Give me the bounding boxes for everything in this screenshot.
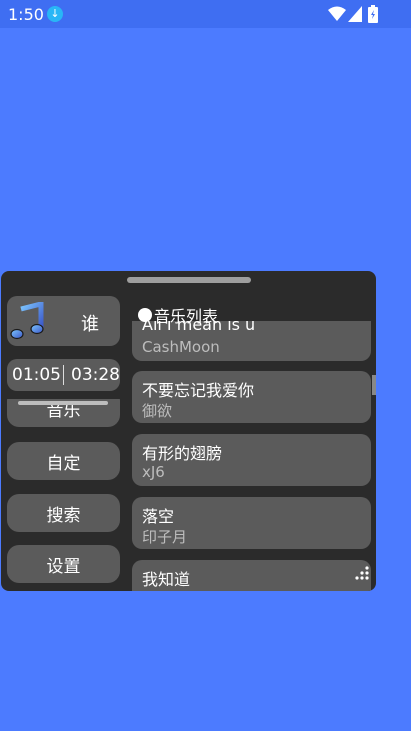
signal-icon xyxy=(348,6,362,22)
now-playing-title: 谁 xyxy=(81,314,99,335)
now-playing-card[interactable]: 谁 xyxy=(7,296,120,346)
download-icon: ↓ xyxy=(47,6,63,22)
song-artist: 御欲 xyxy=(142,402,173,420)
battery-icon xyxy=(368,5,378,23)
menu-search-button[interactable]: 搜索 xyxy=(7,494,120,532)
menu-settings-button[interactable]: 设置 xyxy=(7,545,120,583)
status-time: 1:50 xyxy=(8,5,44,24)
playlist[interactable]: All I mean is u CashMoon 不要忘记我爱你 御欲 有形的翅… xyxy=(129,321,375,591)
music-note-icon xyxy=(10,302,44,340)
time-display: 01:05 03:28 xyxy=(7,359,120,391)
song-artist: CashMoon xyxy=(142,338,220,356)
song-artist: xJ6 xyxy=(142,463,165,481)
song-title: 落空 xyxy=(142,507,175,526)
song-artist: 印子月 xyxy=(142,528,188,546)
playlist-scrollbar[interactable] xyxy=(372,375,376,395)
song-title: 有形的翅膀 xyxy=(142,444,223,463)
drag-handle[interactable] xyxy=(127,277,251,283)
menu-custom-button[interactable]: 自定 xyxy=(7,442,120,480)
wifi-icon xyxy=(328,6,346,21)
playlist-header-label: 音乐列表 xyxy=(154,307,219,326)
status-bar: 1:50 ↓ xyxy=(0,0,411,28)
time-divider xyxy=(63,365,64,385)
song-title: 不要忘记我爱你 xyxy=(142,381,255,400)
playlist-header: 音乐列表 xyxy=(138,303,218,327)
song-title: 我知道 xyxy=(142,570,191,589)
side-scroll-indicator xyxy=(18,401,108,405)
music-panel: 谁 01:05 03:28 音乐 自定 搜索 设置 All I mean is … xyxy=(1,271,376,591)
side-menu[interactable]: 音乐 自定 搜索 设置 xyxy=(7,399,121,591)
total-time: 03:28 xyxy=(71,365,120,385)
playlist-item[interactable]: 我知道 xyxy=(132,560,371,591)
resize-handle-icon[interactable] xyxy=(352,565,370,583)
current-time: 01:05 xyxy=(12,365,61,385)
playlist-item[interactable]: 有形的翅膀 xJ6 xyxy=(132,434,371,486)
playlist-item[interactable]: 不要忘记我爱你 御欲 xyxy=(132,371,371,423)
header-dot-icon xyxy=(138,308,152,322)
playlist-item[interactable]: 落空 印子月 xyxy=(132,497,371,549)
playlist-item[interactable]: All I mean is u CashMoon xyxy=(132,321,371,361)
